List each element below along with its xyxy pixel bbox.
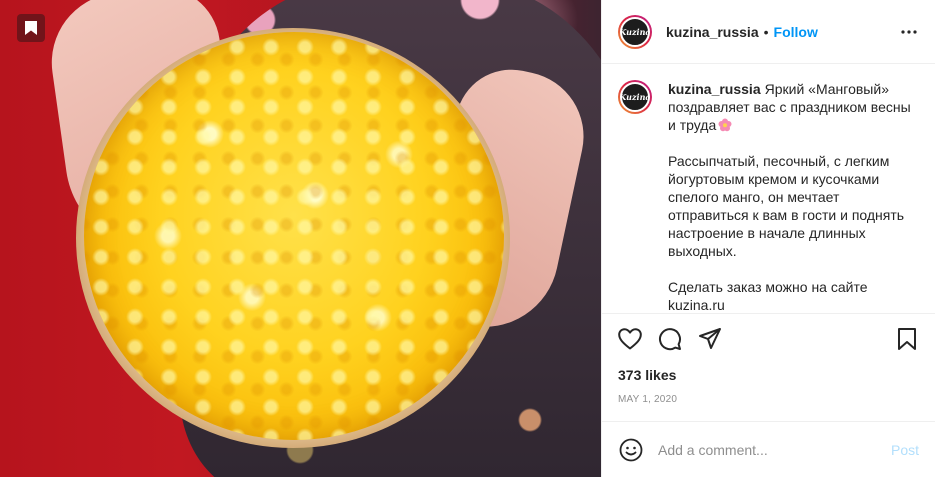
avatar[interactable]: Kuzina <box>618 14 652 49</box>
flower-icon <box>718 118 732 132</box>
bookmark-icon <box>898 328 916 350</box>
caption-paragraph-1: kuzina_russia Яркий «Манговый» поздравляе… <box>668 80 916 134</box>
caption-text: kuzina_russia Яркий «Манговый» поздравляе… <box>668 80 916 313</box>
avatar-logo: Kuzina <box>620 16 650 47</box>
caption-avatar[interactable]: Kuzina <box>618 80 652 114</box>
save-button[interactable] <box>895 327 919 351</box>
post-date[interactable]: MAY 1, 2020 <box>618 394 919 405</box>
header-username[interactable]: kuzina_russia <box>666 24 759 40</box>
heart-icon <box>618 328 642 350</box>
comments-area: Kuzina kuzina_russia Яркий «Манговый» поз… <box>602 64 935 313</box>
caption-paragraph-3: Сделать заказ можно на сайте kuzina.ru <box>668 279 872 313</box>
post-actions-section: 373 likes MAY 1, 2020 <box>602 313 935 421</box>
bookmark-icon <box>25 21 37 35</box>
comment-icon <box>659 328 681 351</box>
likes-count[interactable]: 373 likes <box>618 366 919 384</box>
post-header: Kuzina kuzina_russia • Follow <box>602 0 935 64</box>
smiley-icon <box>619 438 643 461</box>
separator-dot: • <box>763 23 769 40</box>
like-button[interactable] <box>618 327 642 351</box>
comment-button[interactable] <box>658 327 682 351</box>
post-photo[interactable] <box>0 0 601 477</box>
caption-paragraph-2: Рассыпчатый, песочный, с легким йогуртов… <box>668 153 908 259</box>
instagram-post: Kuzina kuzina_russia • Follow Kuzina kuz… <box>0 0 935 477</box>
comment-input[interactable] <box>658 439 891 460</box>
avatar-logo: Kuzina <box>620 82 650 112</box>
emoji-button[interactable] <box>618 437 644 463</box>
share-button[interactable] <box>698 327 722 351</box>
paper-plane-icon <box>699 328 721 349</box>
photo-mango-pieces <box>84 32 504 440</box>
post-side-panel: Kuzina kuzina_russia • Follow Kuzina kuz… <box>601 0 935 477</box>
caption: Kuzina kuzina_russia Яркий «Манговый» поз… <box>618 80 919 313</box>
more-options-button[interactable] <box>899 22 919 42</box>
post-comment-button[interactable]: Post <box>891 442 919 458</box>
action-bar <box>618 314 919 364</box>
caption-username[interactable]: kuzina_russia <box>668 81 761 97</box>
add-comment-bar: Post <box>602 421 935 477</box>
more-options-icon <box>901 29 917 34</box>
collection-badge[interactable] <box>17 14 45 42</box>
follow-button[interactable]: Follow <box>774 24 818 40</box>
